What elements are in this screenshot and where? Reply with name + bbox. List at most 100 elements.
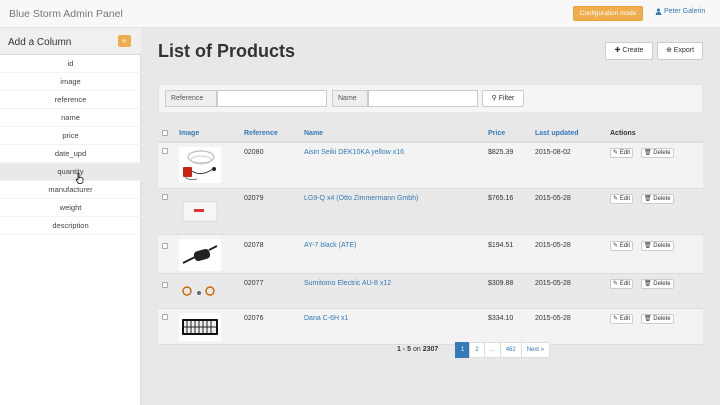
row-name[interactable]: Dana C-6H x1 [304, 315, 348, 322]
product-image-charger-cables[interactable] [179, 147, 221, 183]
row-checkbox[interactable] [162, 314, 168, 320]
pagination-total: 2307 [422, 346, 439, 353]
row-checkbox[interactable] [162, 243, 168, 249]
pencil-icon: ✎ [613, 316, 619, 322]
header-last-updated[interactable]: Last updated [535, 130, 579, 137]
export-button[interactable]: ⊕ Export [657, 42, 703, 60]
brand-title[interactable]: Blue Storm Admin Panel [9, 8, 123, 20]
row-last-updated: 2015-05-28 [535, 315, 571, 322]
column-item-description[interactable]: description [0, 217, 141, 235]
column-sidebar: Add a Column « id image reference name p… [0, 28, 141, 405]
delete-button[interactable]: 🗑 Delete [641, 241, 674, 251]
reference-filter-label: Reference [165, 90, 217, 107]
row-price: $334.10 [488, 315, 514, 322]
row-price: $194.51 [488, 242, 514, 249]
row-checkbox[interactable] [162, 282, 168, 288]
sidebar-title: Add a Column [8, 37, 72, 48]
column-item-manufacturer[interactable]: manufacturer [0, 181, 141, 199]
row-name[interactable]: LG9-Q x4 (Otto Zimmermann Gmbh) [304, 195, 418, 202]
delete-button[interactable]: 🗑 Delete [641, 148, 674, 158]
name-filter-input[interactable] [368, 90, 478, 107]
delete-button[interactable]: 🗑 Delete [641, 279, 674, 289]
header-price[interactable]: Price [488, 130, 505, 137]
create-label: Create [622, 47, 644, 54]
delete-button[interactable]: 🗑 Delete [641, 314, 674, 324]
row-last-updated: 2015-05-28 [535, 280, 571, 287]
row-reference: 02080 [244, 149, 264, 156]
user-menu[interactable]: Peter Galerin [655, 8, 705, 15]
trash-icon: 🗑 [644, 316, 652, 322]
column-item-weight[interactable]: weight [0, 199, 141, 217]
row-checkbox[interactable] [162, 148, 168, 154]
row-last-updated: 2015-05-28 [535, 242, 571, 249]
edit-button[interactable]: ✎ Edit [610, 241, 634, 251]
reference-filter-input[interactable] [217, 90, 327, 107]
page-button-1[interactable]: 1 [455, 342, 471, 358]
row-reference: 02076 [244, 315, 264, 322]
row-name[interactable]: Sumitomo Electric AU-8 x12 [304, 280, 391, 287]
product-image-air-filter[interactable] [179, 313, 221, 341]
pencil-icon: ✎ [613, 196, 619, 202]
pencil-icon: ✎ [613, 150, 619, 156]
table-row: 02080 Aisin Seiki DEK10KA yellow x16 $82… [158, 143, 703, 189]
edit-button[interactable]: ✎ Edit [610, 314, 634, 324]
row-name[interactable]: AY-7 black (ATE) [304, 242, 356, 249]
search-icon: ⚲ [491, 95, 497, 102]
filter-button[interactable]: ⚲ Filter [482, 90, 524, 107]
page-button-462[interactable]: 462 [499, 342, 522, 358]
table-row: 02076 Dana C-6H x1 $334.10 2015-05-28 ✎ … [158, 309, 703, 345]
table-row: 02079 LG9-Q x4 (Otto Zimmermann Gmbh) $7… [158, 189, 703, 235]
column-item-id[interactable]: id [0, 55, 141, 73]
header-reference[interactable]: Reference [244, 130, 278, 137]
top-navbar: Blue Storm Admin Panel Configuration mod… [0, 0, 720, 28]
user-name: Peter Galerin [664, 8, 706, 15]
configuration-mode-button[interactable]: Configuration mode [573, 6, 643, 21]
trash-icon: 🗑 [644, 243, 652, 249]
header-name[interactable]: Name [304, 130, 323, 137]
product-image-exhaust-muffler[interactable] [179, 239, 221, 271]
pagination-range: 1 - 5 [397, 346, 412, 353]
page-ellipsis: ... [483, 342, 501, 358]
product-image-orange-rings[interactable] [179, 278, 221, 304]
export-label: Export [673, 47, 695, 54]
row-price: $825.39 [488, 149, 514, 156]
edit-button[interactable]: ✎ Edit [610, 194, 634, 204]
pagination-on: on [412, 346, 421, 353]
select-all-checkbox[interactable] [162, 130, 168, 136]
hand-cursor-icon [75, 173, 84, 184]
user-icon [655, 8, 662, 15]
edit-button[interactable]: ✎ Edit [610, 279, 634, 289]
delete-button[interactable]: 🗑 Delete [641, 194, 674, 204]
pagination-summary: 1 - 5 on 2307 [397, 346, 438, 353]
edit-button[interactable]: ✎ Edit [610, 148, 634, 158]
sidebar-header: Add a Column « [0, 28, 141, 55]
column-item-date-upd[interactable]: date_upd [0, 145, 141, 163]
trash-icon: 🗑 [644, 281, 652, 287]
table-row: 02077 Sumitomo Electric AU-8 x12 $309.88… [158, 274, 703, 309]
name-filter-label: Name [332, 90, 368, 107]
header-image[interactable]: Image [179, 130, 199, 137]
plus-icon: ✚ [614, 47, 621, 54]
trash-icon: 🗑 [644, 196, 652, 202]
row-checkbox[interactable] [162, 194, 168, 200]
row-reference: 02077 [244, 280, 264, 287]
next-page-button[interactable]: Next » [520, 342, 551, 358]
column-item-price[interactable]: price [0, 127, 141, 145]
row-price: $765.16 [488, 195, 514, 202]
row-last-updated: 2015-05-28 [535, 195, 571, 202]
column-item-reference[interactable]: reference [0, 91, 141, 109]
row-reference: 02079 [244, 195, 264, 202]
collapse-sidebar-button[interactable]: « [118, 35, 131, 47]
column-item-name[interactable]: name [0, 109, 141, 127]
row-price: $309.88 [488, 280, 514, 287]
product-image-white-box[interactable] [179, 193, 221, 229]
trash-icon: 🗑 [644, 150, 652, 156]
row-reference: 02078 [244, 242, 264, 249]
page-button-2[interactable]: 2 [469, 342, 485, 358]
create-button[interactable]: ✚ Create [605, 42, 653, 60]
row-last-updated: 2015-08-02 [535, 149, 571, 156]
table-row: 02078 AY-7 black (ATE) $194.51 2015-05-2… [158, 235, 703, 274]
row-name[interactable]: Aisin Seiki DEK10KA yellow x16 [304, 149, 404, 156]
column-item-image[interactable]: image [0, 73, 141, 91]
column-item-quantity[interactable]: quantity [0, 163, 141, 181]
